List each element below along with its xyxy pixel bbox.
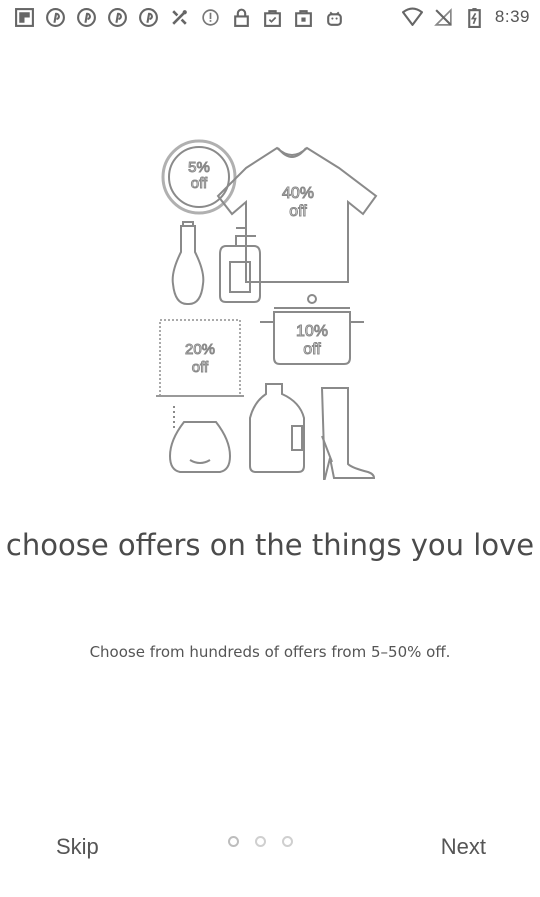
pinterest-icon bbox=[107, 7, 128, 28]
milk-jug-icon bbox=[249, 383, 305, 473]
onboarding-description: Choose from hundreds of offers from 5–50… bbox=[89, 643, 451, 661]
discount-badge-icon: 5% off bbox=[161, 139, 237, 215]
pinterest-icon bbox=[45, 7, 66, 28]
android-icon bbox=[324, 7, 345, 28]
lamp-icon bbox=[168, 406, 232, 473]
onboarding-headline: choose offers on the things you love bbox=[5, 528, 535, 562]
svg-text:20%: 20% bbox=[185, 341, 215, 358]
lock-icon bbox=[231, 7, 252, 28]
svg-text:40%: 40% bbox=[282, 185, 314, 202]
svg-text:off: off bbox=[303, 341, 321, 358]
onboarding-navigation: Skip Next bbox=[0, 820, 540, 870]
page-indicator bbox=[228, 836, 293, 847]
shopping-bag-icon bbox=[293, 7, 314, 28]
page-dot-2[interactable] bbox=[255, 836, 266, 847]
svg-text:10%: 10% bbox=[296, 323, 328, 340]
no-signal-icon bbox=[433, 7, 454, 28]
vase-icon bbox=[171, 221, 205, 305]
skip-button[interactable]: Skip bbox=[50, 830, 105, 864]
system-icons: 8:39 bbox=[401, 7, 530, 28]
status-bar: 8:39 bbox=[0, 0, 540, 34]
pinterest-icon bbox=[138, 7, 159, 28]
svg-text:off: off bbox=[289, 203, 307, 220]
page-dot-1[interactable] bbox=[228, 836, 239, 847]
offers-illustration: 5% off 40% off 20% off 10% off bbox=[150, 130, 390, 483]
svg-text:off: off bbox=[192, 359, 209, 376]
rug-icon: 20% off bbox=[156, 319, 244, 397]
cooking-pot-icon: 10% off bbox=[260, 294, 364, 365]
notification-icons bbox=[14, 7, 345, 28]
soap-bottle-icon bbox=[219, 227, 261, 303]
boot-icon bbox=[320, 387, 376, 483]
pinterest-icon bbox=[76, 7, 97, 28]
svg-text:5%: 5% bbox=[188, 159, 210, 176]
alert-icon bbox=[200, 7, 221, 28]
shopping-bag-icon bbox=[262, 7, 283, 28]
battery-icon bbox=[464, 7, 485, 28]
svg-text:off: off bbox=[191, 175, 208, 192]
wifi-icon bbox=[401, 7, 423, 28]
tools-icon bbox=[169, 7, 190, 28]
page-dot-3[interactable] bbox=[282, 836, 293, 847]
flipboard-icon bbox=[14, 7, 35, 28]
clock: 8:39 bbox=[494, 7, 530, 26]
next-button[interactable]: Next bbox=[435, 830, 492, 864]
